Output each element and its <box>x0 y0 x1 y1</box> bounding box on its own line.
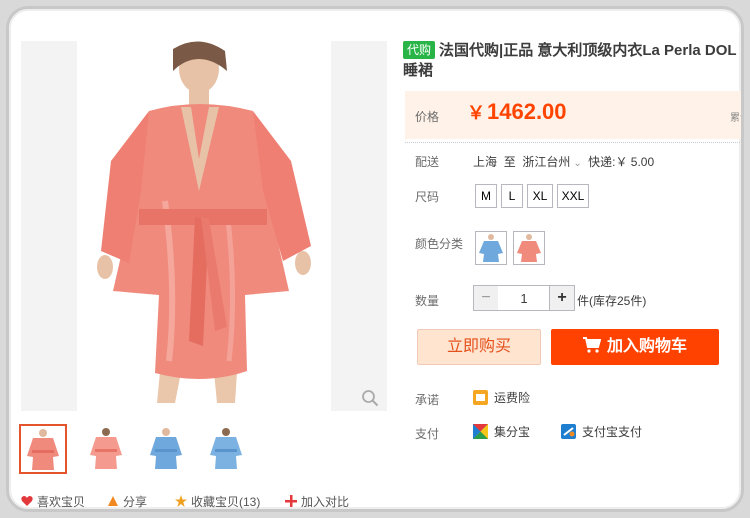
jifenbao-icon <box>473 424 488 439</box>
color-row: 颜色分类 <box>405 231 741 271</box>
daigou-badge: 代购 <box>403 41 436 59</box>
size-row: 尺码 M L XL XXL <box>405 184 741 214</box>
thumbnail-blue-back[interactable] <box>203 424 251 474</box>
price-label: 价格 <box>415 110 440 124</box>
price-panel: 价格 ￥1462.00 ( 累计 <box>405 91 741 139</box>
zoom-icon[interactable] <box>361 389 379 407</box>
jifenbao-payment[interactable]: 集分宝 <box>473 423 530 440</box>
delivery-destination-select[interactable]: 浙江台州 <box>522 155 570 169</box>
buy-now-button[interactable]: 立即购买 <box>417 329 541 365</box>
thumbnail-pink-front[interactable] <box>19 424 67 474</box>
payment-row: 支付 集分宝 支付宝支付 <box>405 423 741 443</box>
color-option-blue[interactable] <box>475 231 507 265</box>
freight-insurance-icon <box>473 390 488 405</box>
size-option-xxl[interactable]: XXL <box>557 184 589 208</box>
compare-button[interactable]: 加入对比 <box>285 493 349 509</box>
stock-info: 件(库存25件) <box>577 294 647 308</box>
shipping-fee: 快递:￥ 5.00 <box>588 155 655 169</box>
freight-insurance[interactable]: 运费险 <box>473 389 530 406</box>
like-item-button[interactable]: 喜欢宝贝 <box>21 493 85 509</box>
favorite-button[interactable]: 收藏宝贝(13) <box>175 493 260 509</box>
size-option-xl[interactable]: XL <box>527 184 553 208</box>
decrease-button[interactable]: − <box>473 285 499 311</box>
payment-label: 支付 <box>415 427 440 441</box>
thumbnail-blue-front[interactable] <box>143 424 191 474</box>
promise-row: 承诺 运费险 <box>405 389 741 409</box>
delivery-label: 配送 <box>415 155 440 169</box>
product-title: 代购 法国代购|正品 意大利顶级内衣La Perla DOL 睡裙 <box>403 41 737 79</box>
add-to-cart-button[interactable]: 加入购物车 <box>551 329 719 365</box>
blue-robe-swatch-icon <box>479 234 503 262</box>
delivery-info: 上海 至 浙江台州 ⌄ 快递:￥ 5.00 <box>473 155 655 169</box>
color-label: 颜色分类 <box>415 237 464 251</box>
plus-icon <box>285 495 297 507</box>
size-option-l[interactable]: L <box>501 184 523 208</box>
model-robe-illustration <box>97 41 311 403</box>
thumbnail-pink-back[interactable] <box>83 424 131 474</box>
divider <box>405 142 741 143</box>
increase-button[interactable]: + <box>549 285 575 311</box>
cart-icon <box>582 337 601 353</box>
pink-robe-swatch-icon <box>517 234 541 262</box>
share-icon <box>108 496 118 506</box>
promise-label: 承诺 <box>415 393 440 407</box>
color-option-pink[interactable] <box>513 231 545 265</box>
star-icon <box>175 495 187 507</box>
sales-count-edge: ( 累计 <box>730 113 741 124</box>
price-value: ￥1462.00 <box>467 99 567 124</box>
alipay-icon <box>561 424 576 439</box>
heart-icon <box>21 496 33 506</box>
size-option-m[interactable]: M <box>475 184 497 208</box>
delivery-origin: 上海 <box>473 155 498 169</box>
quantity-label: 数量 <box>415 294 440 308</box>
share-button[interactable]: 分享 <box>107 493 147 509</box>
quantity-row: 数量 − + 件(库存25件) <box>405 284 741 314</box>
size-label: 尺码 <box>415 190 440 204</box>
share-bar: 喜欢宝贝 分享 收藏宝贝(13) 加入对比 <box>17 493 397 509</box>
chevron-down-icon[interactable]: ⌄ <box>573 158 581 169</box>
alipay-payment[interactable]: 支付宝支付 <box>561 423 642 440</box>
delivery-row: 配送 上海 至 浙江台州 ⌄ 快递:￥ 5.00 <box>405 149 741 169</box>
quantity-input[interactable] <box>498 285 550 311</box>
window-frame: 喜欢宝贝 分享 收藏宝贝(13) 加入对比 代购 法国代购|正品 意大利顶级内衣L… <box>6 6 744 512</box>
main-product-image[interactable] <box>21 41 387 411</box>
